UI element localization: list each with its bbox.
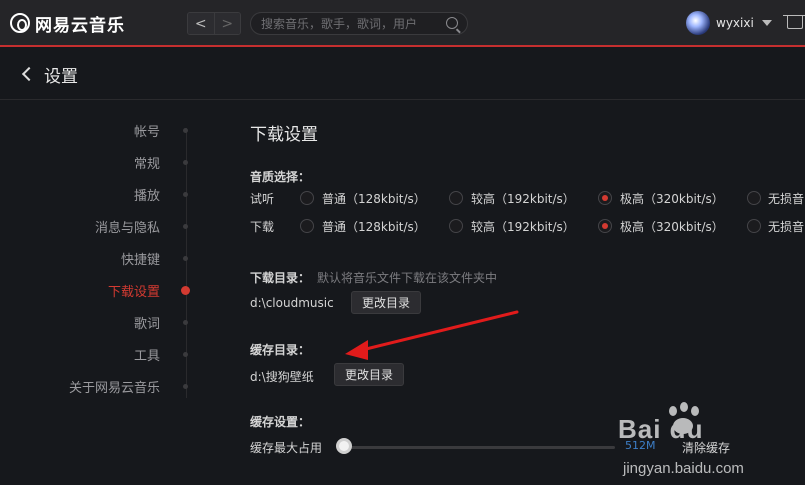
- option-label: 无损音: [768, 192, 805, 206]
- cache-settings-label: 缓存设置：: [250, 415, 311, 429]
- back-arrow-icon[interactable]: [21, 66, 37, 82]
- sidebar-item-label: 歌词: [133, 316, 160, 332]
- sidebar-item-label: 快捷键: [120, 252, 160, 268]
- netease-music-logo-icon: [10, 13, 30, 33]
- sidebar-item-privacy[interactable]: 消息与隐私: [0, 210, 200, 242]
- download-radio-lossless[interactable]: [747, 219, 761, 233]
- forward-button[interactable]: >: [213, 13, 240, 34]
- sidebar-item-label: 常规: [133, 156, 160, 172]
- sidebar-item-label: 工具: [133, 348, 160, 364]
- preview-radio-lossless[interactable]: [747, 191, 761, 205]
- option-label: 较高（192kbit/s）: [471, 220, 575, 234]
- section-title: 下载设置: [250, 125, 318, 145]
- page-title: 设置: [44, 66, 78, 87]
- sidebar-dot: [183, 128, 188, 133]
- cache-max-label: 缓存最大占用: [250, 441, 323, 455]
- sidebar-item-label: 帐号: [133, 124, 160, 140]
- sidebar-dot: [183, 192, 188, 197]
- option-label: 普通（128kbit/s）: [322, 192, 426, 206]
- watermark-url: jingyan.baidu.com: [623, 460, 744, 477]
- preview-radio-very-high[interactable]: [598, 191, 612, 205]
- sidebar-dot: [183, 320, 188, 325]
- download-quality-label: 下载: [250, 220, 275, 234]
- option-label: 极高（320kbit/s）: [620, 220, 724, 234]
- change-download-dir-button[interactable]: 更改目录: [351, 291, 422, 314]
- sidebar-dot: [183, 384, 188, 389]
- settings-sidebar: 帐号 常规 播放 消息与隐私 快捷键 下载设置 歌词 工具 关于网易云音乐: [0, 114, 200, 402]
- cache-dir-label: 缓存目录：: [250, 343, 311, 357]
- sidebar-dot: [183, 160, 188, 165]
- sidebar-item-playback[interactable]: 播放: [0, 178, 200, 210]
- change-cache-dir-button[interactable]: 更改目录: [334, 363, 405, 386]
- preview-radio-high[interactable]: [449, 191, 463, 205]
- baidu-watermark: Bai du jingyan.baidu.com: [618, 400, 768, 485]
- sidebar-item-shortcuts[interactable]: 快捷键: [0, 242, 200, 274]
- app-logo-text: 网易云音乐: [35, 15, 125, 36]
- sidebar-item-label: 下载设置: [107, 284, 160, 300]
- sidebar-item-tools[interactable]: 工具: [0, 338, 200, 370]
- sidebar-item-download[interactable]: 下载设置: [0, 274, 200, 306]
- baidu-paw-icon: [663, 402, 703, 442]
- app-logo[interactable]: 网易云音乐: [10, 11, 125, 36]
- sidebar-active-dot: [181, 286, 190, 295]
- sidebar-item-label: 关于网易云音乐: [68, 380, 160, 396]
- download-dir-label: 下载目录：: [250, 271, 311, 285]
- sidebar-item-account[interactable]: 帐号: [0, 114, 200, 146]
- option-label: 极高（320kbit/s）: [620, 192, 724, 206]
- sidebar-item-label: 播放: [133, 188, 160, 204]
- sidebar-dot: [183, 256, 188, 261]
- option-label: 较高（192kbit/s）: [471, 192, 575, 206]
- download-radio-normal[interactable]: [300, 219, 314, 233]
- history-nav: < >: [187, 12, 241, 35]
- cache-size-slider-handle[interactable]: [336, 438, 352, 454]
- cache-size-slider-track[interactable]: [345, 446, 615, 449]
- back-button[interactable]: <: [188, 13, 214, 34]
- download-radio-very-high[interactable]: [598, 219, 612, 233]
- sidebar-item-general[interactable]: 常规: [0, 146, 200, 178]
- preview-radio-normal[interactable]: [300, 191, 314, 205]
- sidebar-dot: [183, 352, 188, 357]
- download-radio-high[interactable]: [449, 219, 463, 233]
- download-dir-hint: 默认将音乐文件下载在该文件夹中: [317, 271, 498, 285]
- sidebar-item-about[interactable]: 关于网易云音乐: [0, 370, 200, 402]
- sidebar-item-lyrics[interactable]: 歌词: [0, 306, 200, 338]
- quality-label: 音质选择：: [250, 170, 311, 184]
- sidebar-item-label: 消息与隐私: [94, 220, 160, 236]
- option-label: 无损音: [768, 220, 805, 234]
- option-label: 普通（128kbit/s）: [322, 220, 426, 234]
- sidebar-dot: [183, 224, 188, 229]
- cache-dir-path: d:\搜狗壁纸: [250, 370, 314, 384]
- preview-quality-label: 试听: [250, 192, 275, 206]
- download-dir-path: d:\cloudmusic: [250, 296, 334, 310]
